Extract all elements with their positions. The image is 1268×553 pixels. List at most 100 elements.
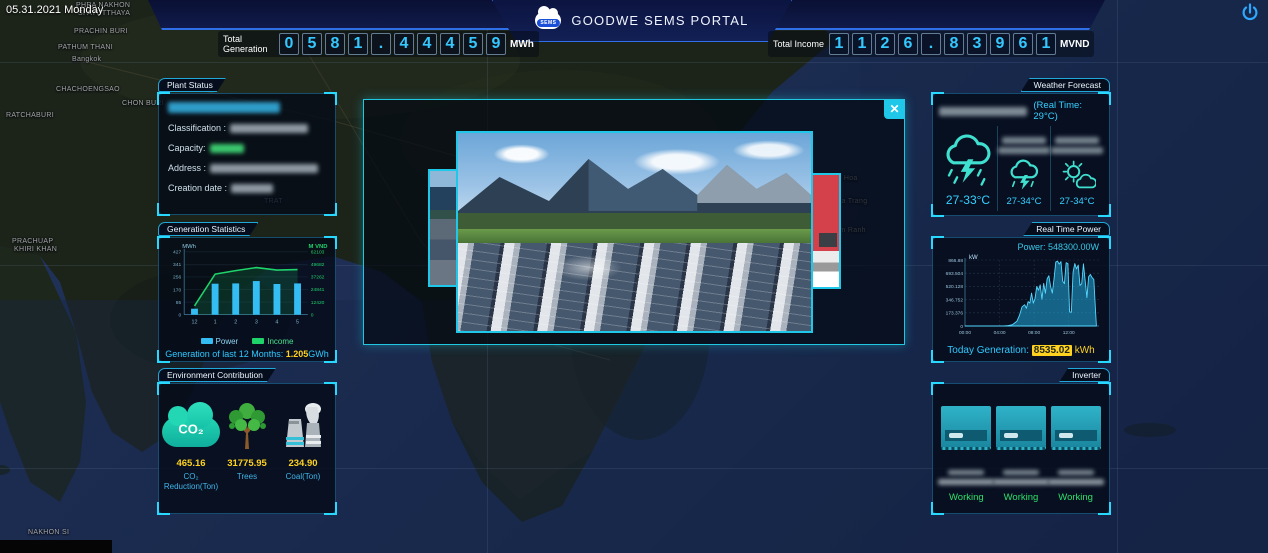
address-label: Address :: [168, 163, 206, 173]
inverter-1-sn-redacted: [938, 479, 994, 485]
realtime-temp-label: (Real Time: 29°C): [1033, 100, 1103, 122]
counter-digit: 1: [1036, 33, 1056, 55]
sems-cloud-logo-icon: SEMS: [535, 12, 561, 29]
svg-text:520.128: 520.128: [946, 284, 964, 290]
svg-text:170: 170: [173, 287, 181, 293]
weather-date-1b-redacted: [998, 147, 1050, 154]
weather-temp-2: 27-34°C: [1060, 196, 1095, 207]
weather-temp-0: 27-33°C: [946, 193, 990, 207]
weather-temp-1: 27-34°C: [1007, 196, 1042, 207]
svg-text:85: 85: [176, 300, 182, 306]
inverter-icon: [941, 406, 991, 450]
svg-text:0: 0: [179, 312, 182, 318]
svg-text:2: 2: [234, 319, 237, 325]
inverter-icon: [996, 406, 1046, 450]
svg-text:00:00: 00:00: [959, 330, 971, 336]
generation-12months-summary: Generation of last 12 Months: 1.205GWh: [165, 349, 329, 359]
weather-forecast-tab: Weather Forecast: [1021, 78, 1110, 92]
today-generation-summary: Today Generation: 8535.02 kWh: [947, 345, 1094, 356]
inverter-unit-1[interactable]: Working: [939, 406, 993, 505]
total-generation-unit: MWh: [510, 39, 534, 50]
plant-photo-modal: ✕: [363, 99, 905, 345]
portal-title: GOODWE SEMS PORTAL: [571, 13, 748, 28]
svg-text:0: 0: [311, 312, 314, 318]
svg-text:427: 427: [173, 250, 181, 256]
inverter-icon: [1051, 406, 1101, 450]
current-date-label: 05.31.2021 Monday: [6, 4, 103, 16]
inverter-1-status: Working: [949, 492, 984, 503]
total-generation-digits: 0581.44459: [279, 33, 506, 55]
plant-status-panel: Plant Status Classification : Capacity: …: [158, 78, 336, 215]
svg-text:04:00: 04:00: [994, 330, 1006, 336]
inverter-unit-3[interactable]: Working: [1049, 406, 1103, 505]
trees-value: 31775.95: [227, 458, 267, 469]
counter-digit: .: [371, 33, 391, 55]
generation-statistics-panel: Generation Statistics MWhM VND0851702563…: [158, 222, 336, 362]
income-legend-swatch: [252, 338, 264, 344]
counter-digit: 9: [486, 33, 506, 55]
svg-text:173.376: 173.376: [946, 311, 964, 317]
total-income-digits: 1126.83961: [829, 33, 1056, 55]
counter-digit: 1: [348, 33, 368, 55]
counter-digit: 4: [440, 33, 460, 55]
counter-digit: 2: [875, 33, 895, 55]
svg-text:1: 1: [214, 319, 217, 325]
counter-digit: 4: [394, 33, 414, 55]
inverter-3-sn-redacted: [1048, 479, 1104, 485]
counter-digit: .: [921, 33, 941, 55]
current-power-value: Power: 548300.00W: [1017, 242, 1099, 252]
total-income-label: Total Income: [773, 39, 825, 49]
svg-text:62103: 62103: [311, 250, 325, 256]
plant-status-tab: Plant Status: [158, 78, 226, 92]
redacted-bar: [0, 540, 112, 553]
coal-plant-icon: [277, 399, 329, 451]
svg-text:346.752: 346.752: [946, 297, 964, 303]
generation-statistics-tab: Generation Statistics: [158, 222, 258, 236]
svg-text:693.504: 693.504: [946, 271, 964, 277]
svg-text:256: 256: [173, 275, 181, 281]
svg-text:12:00: 12:00: [1063, 330, 1075, 336]
power-icon[interactable]: [1240, 3, 1260, 23]
weather-date-redacted: [939, 107, 1027, 116]
svg-text:12: 12: [191, 319, 197, 325]
generation-chart: MWhM VND08517025634142701242024841372624…: [163, 240, 331, 336]
svg-text:0: 0: [960, 324, 963, 330]
weather-forecast-panel: Weather Forecast (Real Time: 29°C): [932, 78, 1110, 216]
weather-day-today: 27-33°C: [939, 126, 997, 211]
co2-icon-text: CO₂: [178, 422, 203, 437]
environment-contribution-panel: Environment Contribution CO₂ 465.16 CO₂ …: [158, 368, 336, 514]
counter-digit: 1: [852, 33, 872, 55]
trees-label: Trees: [237, 472, 257, 482]
plant-photo[interactable]: [456, 131, 813, 333]
counter-digit: 8: [944, 33, 964, 55]
weather-date-2b-redacted: [1051, 147, 1103, 154]
counter-digit: 5: [463, 33, 483, 55]
close-icon[interactable]: ✕: [884, 99, 905, 119]
coal-label: Coal(Ton): [286, 472, 321, 482]
tree-icon: [221, 399, 273, 451]
photo-solar-panels: [458, 243, 811, 331]
real-time-power-chart: kW0173.376346.752520.128693.504866.8800:…: [937, 252, 1105, 344]
weather-date-2-redacted: [1055, 137, 1099, 144]
counter-digit: 9: [990, 33, 1010, 55]
environment-contribution-tab: Environment Contribution: [158, 368, 276, 382]
creation-date-label: Creation date :: [168, 183, 227, 193]
svg-text:12420: 12420: [311, 300, 325, 306]
weather-day-1: 27-34°C: [997, 126, 1050, 211]
coal-value: 234.90: [288, 458, 317, 469]
inverter-3-status: Working: [1058, 492, 1093, 503]
total-generation-label: Total Generation: [223, 34, 275, 54]
counter-digit: 8: [325, 33, 345, 55]
inverter-unit-2[interactable]: Working: [994, 406, 1048, 505]
inverter-tab: Inverter: [1059, 368, 1110, 382]
weather-date-1-redacted: [1002, 137, 1046, 144]
photo-thumbnail-right[interactable]: [809, 173, 841, 289]
svg-text:24841: 24841: [311, 287, 325, 293]
generation-12months-value: 1.205: [286, 349, 309, 359]
total-income-counter: Total Income 1126.83961 MVND: [768, 31, 1094, 57]
co2-reduction-value: 465.16: [176, 458, 205, 469]
inverter-2-serial-redacted: [1003, 470, 1039, 475]
power-legend-label: Power: [216, 337, 239, 346]
total-income-unit: MVND: [1060, 39, 1089, 50]
svg-text:37262: 37262: [311, 275, 325, 281]
